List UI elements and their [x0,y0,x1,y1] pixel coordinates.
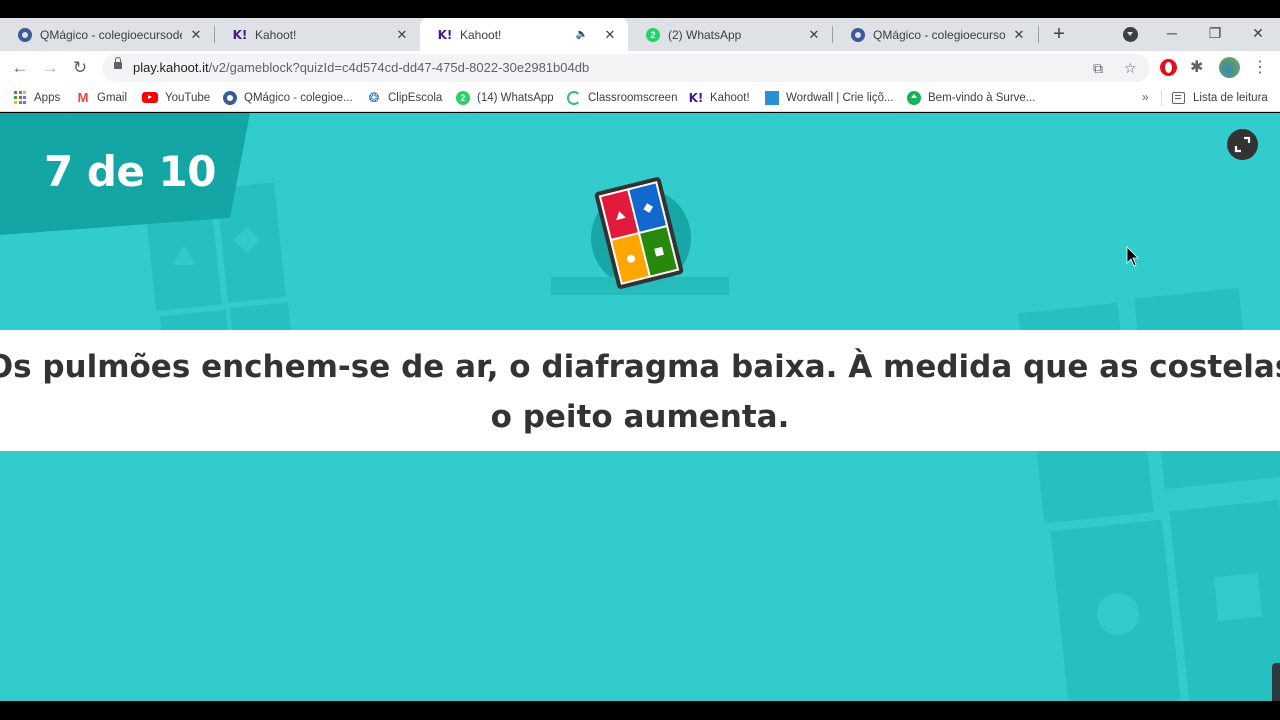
gmail-icon: M [77,90,89,105]
bookmark-kahoot[interactable]: K! Kahoot! [689,84,750,111]
bookmark-whatsapp[interactable]: 2 (14) WhatsApp [456,84,554,111]
bookmark-label: Gmail [97,91,128,104]
bookmark-youtube[interactable]: YouTube [142,84,210,111]
whatsapp-icon: 2 [456,90,470,105]
adblock-extension-icon[interactable] [1160,59,1177,76]
bookmarks-separator [1161,90,1162,106]
tab-title: (2) WhatsApp [668,27,742,42]
close-window-button[interactable]: ✕ [1243,18,1273,51]
loading-device-illustration [551,176,731,298]
kahoot-icon: K! [437,27,453,42]
bookmark-label: YouTube [165,91,211,104]
url-text[interactable]: play.kahoot.it/v2/gameblock?quizId=c4d57… [133,54,589,82]
bg-square-icon [1213,572,1263,622]
bookmark-label: Wordwall | Crie liçõ... [786,91,894,104]
triangle-icon [613,209,626,220]
scrollbar-thumb[interactable] [1272,663,1280,701]
tab-kahoot-active[interactable]: K! Kahoot! 🔈 ✕ [420,18,628,51]
tab-title: Kahoot! [255,27,297,42]
lock-icon[interactable] [114,57,122,69]
bookmark-qmagico[interactable]: QMágico - colegioe... [223,84,353,111]
bookmark-gmail[interactable]: M Gmail [76,84,127,111]
expand-icon [1234,136,1251,153]
tab-qmagico-1[interactable]: QMágico - colegioecursodes ✕ [0,18,214,51]
tab-title: QMágico - colegioecursodes [40,27,182,42]
bookmark-star-icon[interactable]: ☆ [1124,54,1137,82]
reading-list-icon [1172,91,1185,104]
reading-list-button[interactable]: Lista de leitura [1172,84,1268,111]
qmagico-icon [18,27,32,42]
extensions-puzzle-icon[interactable]: ✱ [1190,55,1203,81]
bookmark-label: Bem-vindo à Surve... [928,91,1036,104]
reading-list-label: Lista de leitura [1193,91,1268,104]
mouse-cursor-icon [1126,246,1139,267]
tab-search-icon[interactable] [1123,27,1138,42]
wordwall-icon [765,90,779,105]
bookmark-label: Apps [34,91,61,104]
tab-kahoot-1[interactable]: K! Kahoot! ✕ [215,18,420,51]
youtube-icon [142,92,158,103]
clipescola-icon: ❂ [368,89,380,105]
bookmark-label: Classroomscreen [588,91,678,104]
surveymonkey-icon [907,90,921,105]
close-icon[interactable]: ✕ [602,27,618,43]
bg-triangle-icon [172,245,196,265]
tab-qmagico-2[interactable]: QMágico - colegioecursodes ✕ [833,18,1037,51]
bookmark-apps[interactable]: Apps [13,84,60,111]
close-icon[interactable]: ✕ [1011,27,1027,43]
question-band: Os pulmões enchem-se de ar, o diafragma … [0,330,1280,451]
new-tab-button[interactable]: + [1049,18,1069,51]
bookmarks-bar: Apps M Gmail YouTube QMágico - colegioe.… [0,84,1280,112]
bg-circle-icon [1097,593,1139,635]
video-letterbox-bottom [0,701,1280,720]
tab-strip: QMágico - colegioecursodes ✕ K! Kahoot! … [0,18,1280,51]
circle-icon [625,253,636,264]
square-icon [653,246,664,257]
diamond-icon [642,202,653,213]
browser-toolbar: ← → ↻ play.kahoot.it/v2/gameblock?quizId… [0,51,1280,84]
qmagico-icon [851,27,865,42]
translate-icon[interactable]: ⧉ [1093,54,1103,82]
whatsapp-icon: 2 [646,27,660,42]
close-icon[interactable]: ✕ [394,27,410,43]
menu-kebab-icon[interactable]: ⋮ [1252,55,1268,81]
qmagico-icon [223,90,237,105]
kahoot-game-area: 7 de 10 Os pulmões enchem-se de ar, o di… [0,113,1280,701]
classroomscreen-icon [567,90,581,105]
bookmark-wordwall[interactable]: Wordwall | Crie liçõ... [765,84,894,111]
tab-title: QMágico - colegioecursodes [873,27,1005,42]
tab-title: Kahoot! [460,27,502,42]
question-text: Os pulmões enchem-se de ar, o diafragma … [0,342,1280,442]
profile-avatar[interactable] [1219,57,1240,78]
close-icon[interactable]: ✕ [188,27,204,43]
restore-button[interactable]: ❐ [1200,18,1230,51]
bookmark-label: (14) WhatsApp [477,91,554,104]
speaker-icon[interactable]: 🔈 [576,29,588,40]
fullscreen-button[interactable] [1227,129,1258,160]
bookmark-classroomscreen[interactable]: Classroomscreen [567,84,677,111]
forward-arrow-icon[interactable]: → [37,55,63,81]
bookmark-surveymonkey[interactable]: Bem-vindo à Surve... [907,84,1035,111]
reload-icon[interactable]: ↻ [67,55,93,81]
bookmark-label: ClipEscola [388,91,443,104]
back-arrow-icon[interactable]: ← [7,55,33,81]
bookmark-clipescola[interactable]: ❂ ClipEscola [367,84,443,111]
minimize-button[interactable]: ─ [1157,18,1187,51]
url-path: /v2/gameblock?quizId=c4d574cd-dd47-475d-… [208,60,590,75]
tab-whatsapp[interactable]: 2 (2) WhatsApp ✕ [628,18,832,51]
question-line-2: o peito aumenta. [490,399,790,435]
video-letterbox-top [0,0,1280,18]
kahoot-icon: K! [232,27,248,42]
bookmark-label: Kahoot! [710,91,750,104]
question-counter: 7 de 10 [44,147,216,196]
question-line-1: Os pulmões enchem-se de ar, o diafragma … [0,349,1280,385]
close-icon[interactable]: ✕ [806,27,822,43]
bookmark-label: QMágico - colegioe... [244,91,353,104]
apps-grid-icon [13,90,27,105]
url-host: play.kahoot.it [133,60,209,75]
kahoot-icon: K! [688,90,704,105]
address-bar[interactable]: play.kahoot.it/v2/gameblock?quizId=c4d57… [102,54,1150,82]
tab-separator [1038,26,1039,43]
bookmarks-overflow-button[interactable]: » [1142,84,1149,111]
